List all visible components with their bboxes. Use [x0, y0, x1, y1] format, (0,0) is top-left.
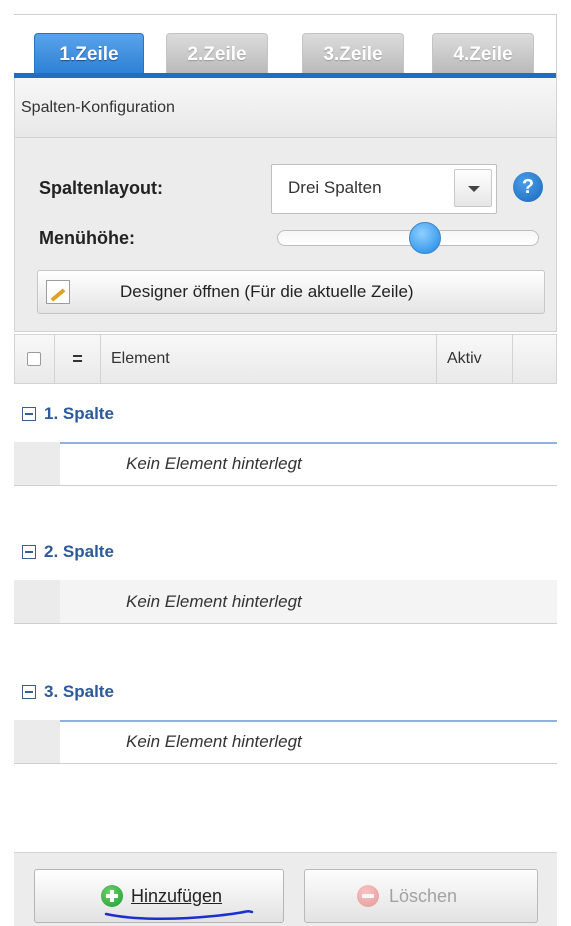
plus-circle-icon: [101, 885, 123, 907]
group-header-column-2[interactable]: 2. Spalte: [14, 524, 557, 582]
open-designer-button[interactable]: Designer öffnen (Für die aktuelle Zeile): [37, 270, 545, 314]
help-icon[interactable]: ?: [513, 172, 543, 202]
edit-pencil-icon: [46, 280, 70, 304]
layout-label: Spaltenlayout:: [39, 178, 164, 198]
select-all-checkbox[interactable]: [27, 352, 41, 366]
delete-button[interactable]: Löschen: [304, 869, 538, 923]
active-column-header[interactable]: Aktiv: [437, 335, 513, 383]
element-column-header[interactable]: Element: [101, 335, 437, 383]
row-handle: [14, 580, 60, 623]
row-handle: [14, 442, 60, 485]
row-handle: [14, 720, 60, 763]
empty-row: Kein Element hinterlegt: [14, 720, 557, 764]
column-config-panel: Spaltenlayout: Drei Spalten ? Menühöhe: …: [14, 138, 557, 332]
table-header: = Element Aktiv: [14, 334, 557, 384]
tab-row-4[interactable]: 4.Zeile: [432, 33, 534, 75]
chevron-down-icon[interactable]: [454, 169, 492, 207]
layout-select[interactable]: Drei Spalten: [271, 164, 497, 214]
minus-circle-icon: [357, 885, 379, 907]
bottom-toolbar: Hinzufügen Löschen: [14, 852, 557, 926]
collapse-icon[interactable]: [22, 545, 36, 559]
section-title: Spalten-Konfiguration: [14, 78, 557, 138]
empty-message: Kein Element hinterlegt: [126, 592, 302, 611]
empty-message: Kein Element hinterlegt: [126, 454, 302, 473]
group-header-column-1[interactable]: 1. Spalte: [14, 386, 557, 444]
menu-height-slider-handle[interactable]: [409, 222, 441, 254]
group-header-column-3[interactable]: 3. Spalte: [14, 664, 557, 722]
handwritten-underline: [104, 909, 254, 921]
menu-height-slider[interactable]: [277, 230, 539, 246]
group-title: 3. Spalte: [44, 682, 114, 701]
group-title: 2. Spalte: [44, 542, 114, 561]
tab-row-3[interactable]: 3.Zeile: [302, 33, 404, 75]
open-designer-label: Designer öffnen (Für die aktuelle Zeile): [120, 282, 414, 301]
empty-row: Kein Element hinterlegt: [14, 580, 557, 624]
group-title: 1. Spalte: [44, 404, 114, 423]
select-all-cell: [15, 335, 55, 383]
collapse-icon[interactable]: [22, 407, 36, 421]
empty-message: Kein Element hinterlegt: [126, 732, 302, 751]
order-column-header[interactable]: =: [55, 335, 101, 383]
menu-height-label: Menühöhe:: [39, 228, 135, 248]
tab-row-2[interactable]: 2.Zeile: [166, 33, 268, 75]
collapse-icon[interactable]: [22, 685, 36, 699]
tab-row-1[interactable]: 1.Zeile: [34, 33, 144, 75]
delete-button-label: Löschen: [389, 886, 458, 906]
row-tab-bar: 1.Zeile 2.Zeile 3.Zeile 4.Zeile: [14, 14, 557, 79]
layout-select-value: Drei Spalten: [288, 178, 382, 197]
empty-row: Kein Element hinterlegt: [14, 442, 557, 486]
